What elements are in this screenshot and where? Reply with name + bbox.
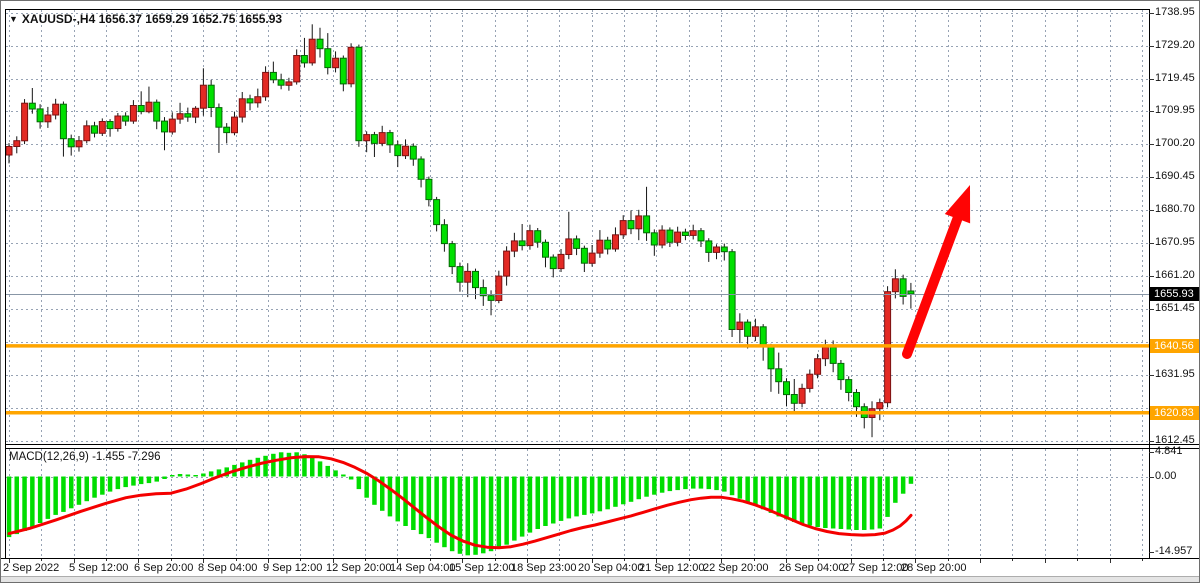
time-axis-label: 12 Sep 20:00 xyxy=(326,562,391,574)
price-axis-label: 1651.45 xyxy=(1155,302,1195,314)
price-axis-label: 1670.95 xyxy=(1155,236,1195,248)
time-axis-label: 2 Sep 2022 xyxy=(3,562,59,574)
chart-title-text: XAUUSD-,H4 1656.37 1659.29 1652.75 1655.… xyxy=(22,12,282,26)
time-axis-label: 5 Sep 12:00 xyxy=(69,562,128,574)
window-bottom-strip xyxy=(1,576,1200,582)
time-axis-label: 22 Sep 20:00 xyxy=(703,562,768,574)
time-axis-label: 28 Sep 20:00 xyxy=(901,562,966,574)
price-axis-label: 1631.95 xyxy=(1155,368,1195,380)
time-axis-label: 27 Sep 12:00 xyxy=(843,562,908,574)
macd-axis-label: -14.957 xyxy=(1155,545,1192,557)
gridlines xyxy=(6,10,1148,557)
macd-axis-label: 4.841 xyxy=(1155,445,1183,457)
price-axis-label: 1709.95 xyxy=(1155,104,1195,116)
price-axis-label: 1729.20 xyxy=(1155,39,1195,51)
current-price-badge: 1655.93 xyxy=(1150,287,1200,301)
price-axis-label: 1719.45 xyxy=(1155,72,1195,84)
macd-axis-label: 0.00 xyxy=(1155,470,1176,482)
time-axis-label: 14 Sep 04:00 xyxy=(390,562,455,574)
trading-chart-window: ▼ XAUUSD-,H4 1656.37 1659.29 1652.75 1655… xyxy=(0,0,1200,583)
price-axis-label: 1738.95 xyxy=(1155,6,1195,18)
time-axis-label: 26 Sep 04:00 xyxy=(779,562,844,574)
price-axis-label: 1661.20 xyxy=(1155,269,1195,281)
macd-indicator-label: MACD(12,26,9) -1.455 -7.296 xyxy=(9,451,161,463)
time-axis-label: 6 Sep 20:00 xyxy=(134,562,193,574)
symbol-dropdown-icon[interactable]: ▼ xyxy=(9,14,18,24)
time-axis-label: 8 Sep 04:00 xyxy=(198,562,257,574)
axis-ticks xyxy=(10,14,1155,564)
price-axis-label: 1690.45 xyxy=(1155,170,1195,182)
price-axis-label: 1680.70 xyxy=(1155,203,1195,215)
chart-title: ▼ XAUUSD-,H4 1656.37 1659.29 1652.75 1655… xyxy=(9,12,282,26)
time-axis-label: 9 Sep 12:00 xyxy=(263,562,322,574)
time-axis-label: 21 Sep 12:00 xyxy=(639,562,704,574)
price-axis-label: 1700.20 xyxy=(1155,137,1195,149)
level-price-badge[interactable]: 1640.56 xyxy=(1150,339,1200,353)
time-axis-label: 20 Sep 04:00 xyxy=(578,562,643,574)
time-axis-label: 15 Sep 12:00 xyxy=(449,562,514,574)
level-price-badge[interactable]: 1620.83 xyxy=(1150,406,1200,420)
chart-canvas[interactable] xyxy=(1,1,1200,583)
time-axis-label: 18 Sep 23:00 xyxy=(511,562,576,574)
